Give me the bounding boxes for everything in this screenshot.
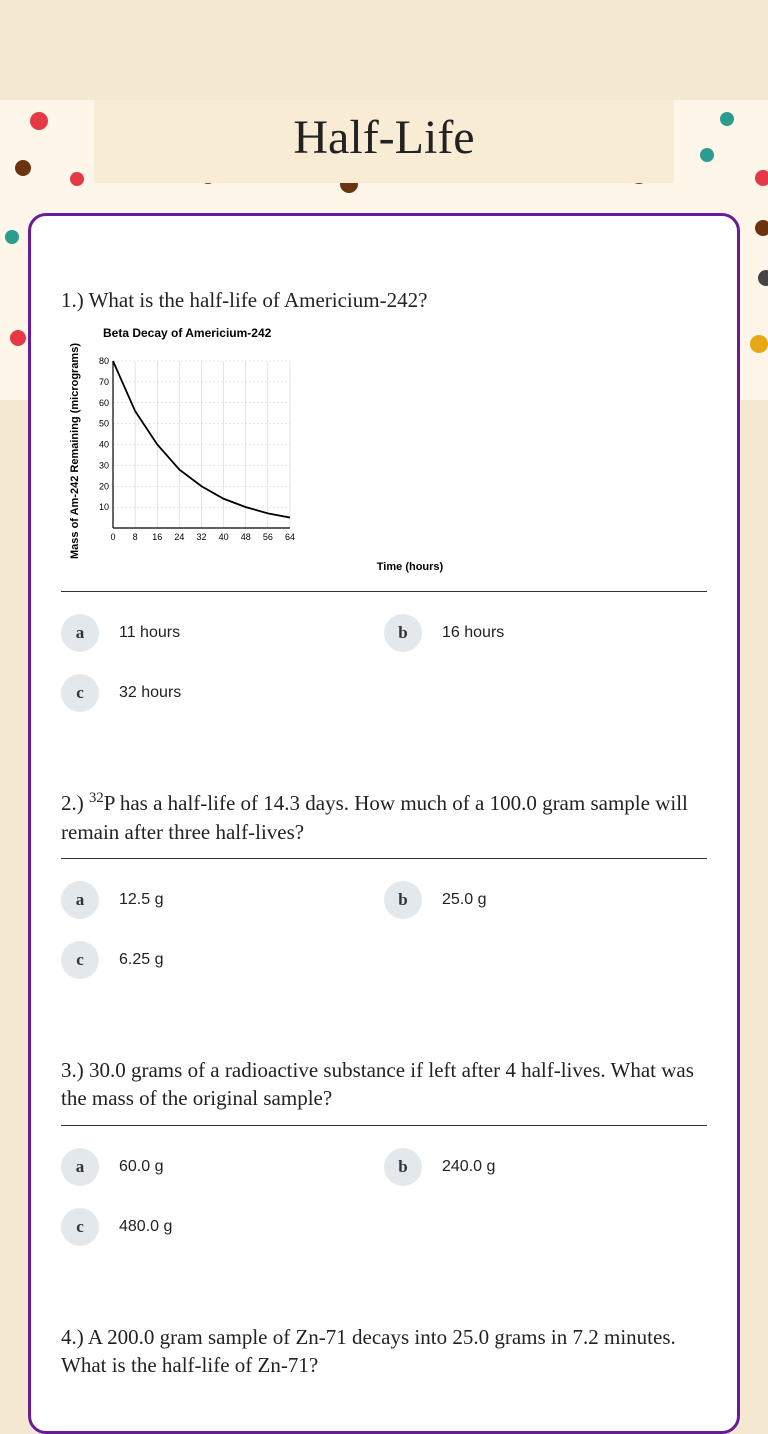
svg-text:60: 60	[99, 398, 109, 408]
divider	[61, 591, 707, 592]
option-text: 60.0 g	[119, 1158, 163, 1176]
svg-text:16: 16	[152, 532, 162, 542]
svg-text:50: 50	[99, 419, 109, 429]
option-text: 11 hours	[119, 624, 180, 642]
option-letter: a	[61, 614, 99, 652]
option-3b[interactable]: b 240.0 g	[384, 1148, 707, 1186]
question-4: 4.) A 200.0 gram sample of Zn-71 decays …	[61, 1323, 707, 1380]
option-letter: c	[61, 941, 99, 979]
chart-svg: 10 20 30 40 50 60 70 80 0 8 16 24 32 40 48 56 64	[85, 356, 295, 546]
svg-text:40: 40	[219, 532, 229, 542]
worksheet-card: 1.) What is the half-life of Americium-2…	[28, 213, 740, 1434]
decay-chart: Beta Decay of Americium-242 Mass of Am-2…	[69, 326, 707, 573]
svg-text:20: 20	[99, 482, 109, 492]
question-1-options: a 11 hours b 16 hours c 32 hours	[61, 614, 707, 734]
svg-text:8: 8	[133, 532, 138, 542]
option-text: 25.0 g	[442, 891, 486, 909]
svg-text:24: 24	[174, 532, 184, 542]
option-1b[interactable]: b 16 hours	[384, 614, 707, 652]
divider	[61, 858, 707, 859]
question-4-prompt: 4.) A 200.0 gram sample of Zn-71 decays …	[61, 1323, 707, 1380]
svg-text:70: 70	[99, 377, 109, 387]
option-text: 480.0 g	[119, 1218, 172, 1236]
svg-text:40: 40	[99, 440, 109, 450]
option-letter: a	[61, 1148, 99, 1186]
divider	[61, 1125, 707, 1126]
option-1c[interactable]: c 32 hours	[61, 674, 384, 712]
svg-text:48: 48	[241, 532, 251, 542]
option-letter: b	[384, 881, 422, 919]
option-text: 6.25 g	[119, 951, 163, 969]
chart-x-label: Time (hours)	[113, 561, 707, 573]
question-2-prompt: 2.) 32P has a half-life of 14.3 days. Ho…	[61, 789, 707, 846]
question-1: 1.) What is the half-life of Americium-2…	[61, 286, 707, 734]
chart-y-label: Mass of Am-242 Remaining (micrograms)	[69, 343, 81, 559]
svg-text:56: 56	[263, 532, 273, 542]
chart-title: Beta Decay of Americium-242	[103, 326, 707, 340]
svg-text:30: 30	[99, 461, 109, 471]
option-3a[interactable]: a 60.0 g	[61, 1148, 384, 1186]
option-3c[interactable]: c 480.0 g	[61, 1208, 384, 1246]
page-title: Half-Life	[94, 110, 674, 165]
option-text: 240.0 g	[442, 1158, 495, 1176]
svg-text:0: 0	[111, 532, 116, 542]
question-3-prompt: 3.) 30.0 grams of a radioactive substanc…	[61, 1056, 707, 1113]
option-2c[interactable]: c 6.25 g	[61, 941, 384, 979]
option-text: 12.5 g	[119, 891, 163, 909]
option-letter: c	[61, 1208, 99, 1246]
question-3-options: a 60.0 g b 240.0 g c 480.0 g	[61, 1148, 707, 1268]
question-3: 3.) 30.0 grams of a radioactive substanc…	[61, 1056, 707, 1268]
question-1-prompt: 1.) What is the half-life of Americium-2…	[61, 286, 707, 314]
option-letter: c	[61, 674, 99, 712]
svg-text:10: 10	[99, 502, 109, 512]
option-letter: b	[384, 614, 422, 652]
option-letter: b	[384, 1148, 422, 1186]
title-banner: Half-Life	[94, 100, 674, 183]
option-text: 16 hours	[442, 624, 504, 642]
option-1a[interactable]: a 11 hours	[61, 614, 384, 652]
svg-text:64: 64	[285, 532, 295, 542]
svg-text:80: 80	[99, 356, 109, 366]
option-text: 32 hours	[119, 684, 181, 702]
question-2-options: a 12.5 g b 25.0 g c 6.25 g	[61, 881, 707, 1001]
question-2: 2.) 32P has a half-life of 14.3 days. Ho…	[61, 789, 707, 1001]
svg-text:32: 32	[197, 532, 207, 542]
option-letter: a	[61, 881, 99, 919]
option-2a[interactable]: a 12.5 g	[61, 881, 384, 919]
option-2b[interactable]: b 25.0 g	[384, 881, 707, 919]
